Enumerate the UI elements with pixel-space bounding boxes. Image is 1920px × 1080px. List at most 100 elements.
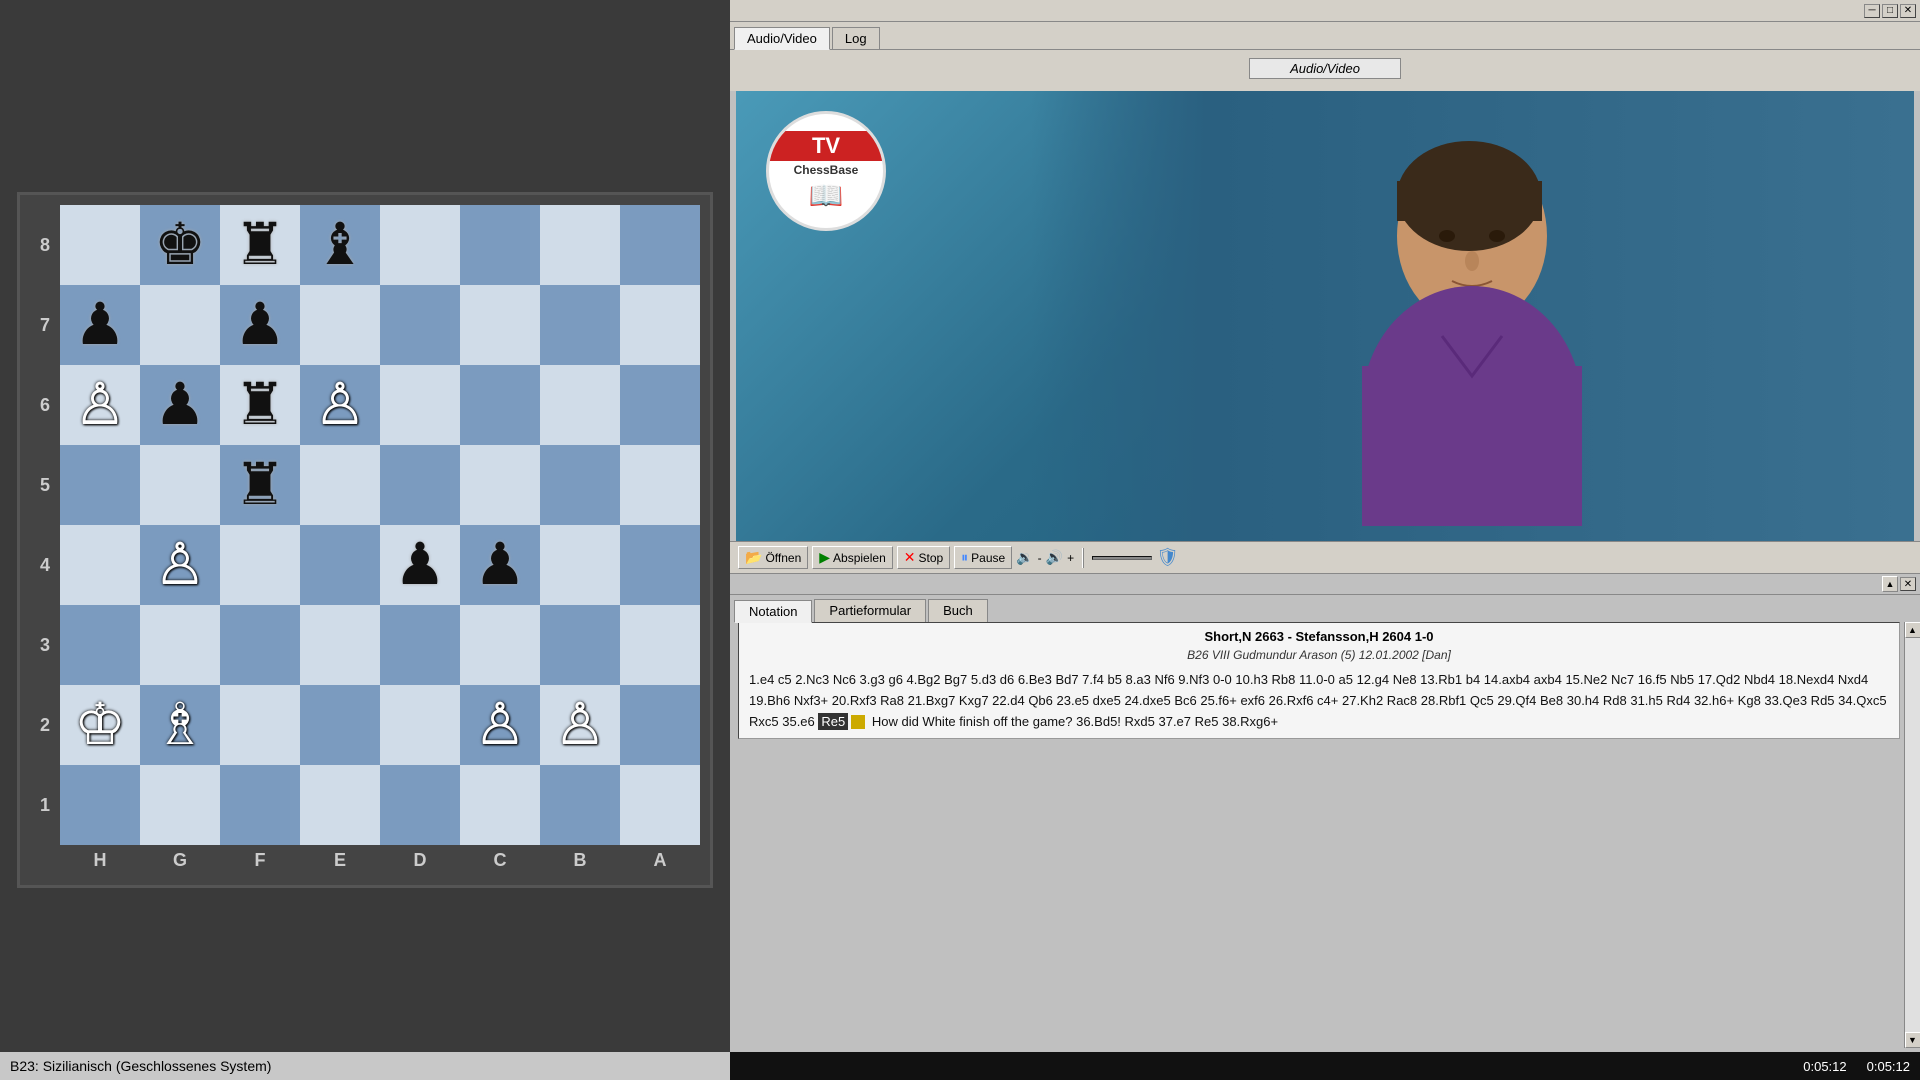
corner-cell <box>30 845 60 875</box>
square-c2[interactable]: ♙ <box>460 685 540 765</box>
square-f1[interactable] <box>220 765 300 845</box>
tab-buch[interactable]: Buch <box>928 599 988 622</box>
square-g7[interactable] <box>140 285 220 365</box>
person-svg <box>1297 106 1647 526</box>
square-f8[interactable]: ♜ <box>220 205 300 285</box>
open-button[interactable]: 📂 Öffnen <box>738 546 808 569</box>
square-e2[interactable] <box>300 685 380 765</box>
square-d8[interactable] <box>380 205 460 285</box>
square-g3[interactable] <box>140 605 220 685</box>
square-h5[interactable] <box>60 445 140 525</box>
square-g6[interactable]: ♟ <box>140 365 220 445</box>
instructor-video <box>1031 91 1915 541</box>
square-h7[interactable]: ♟ <box>60 285 140 365</box>
square-a8[interactable] <box>620 205 700 285</box>
square-a4[interactable] <box>620 525 700 605</box>
tab-log[interactable]: Log <box>832 27 880 49</box>
tab-audiovideo[interactable]: Audio/Video <box>734 27 830 50</box>
square-d3[interactable] <box>380 605 460 685</box>
volume-slider[interactable] <box>1092 556 1152 560</box>
stop-icon: ✕ <box>904 549 916 566</box>
notation-scroll-up[interactable]: ▲ <box>1882 576 1898 592</box>
square-b3[interactable] <box>540 605 620 685</box>
square-h1[interactable] <box>60 765 140 845</box>
square-a3[interactable] <box>620 605 700 685</box>
pause-button[interactable]: ⏸ Pause <box>954 546 1012 569</box>
square-g4[interactable]: ♙ <box>140 525 220 605</box>
separator <box>1082 548 1084 568</box>
stop-button[interactable]: ✕ Stop <box>897 546 950 569</box>
square-a2[interactable] <box>620 685 700 765</box>
square-b5[interactable] <box>540 445 620 525</box>
square-d2[interactable] <box>380 685 460 765</box>
square-a6[interactable] <box>620 365 700 445</box>
piece-c4: ♟ <box>474 536 526 594</box>
square-d4[interactable]: ♟ <box>380 525 460 605</box>
square-h3[interactable] <box>60 605 140 685</box>
tab-partieformular[interactable]: Partieformular <box>814 599 926 622</box>
square-b1[interactable] <box>540 765 620 845</box>
square-g8[interactable]: ♚ <box>140 205 220 285</box>
square-e5[interactable] <box>300 445 380 525</box>
square-g2[interactable]: ♗ <box>140 685 220 765</box>
tab-notation[interactable]: Notation <box>734 600 812 623</box>
square-e4[interactable] <box>300 525 380 605</box>
square-c8[interactable] <box>460 205 540 285</box>
square-f2[interactable] <box>220 685 300 765</box>
square-h6[interactable]: ♙ <box>60 365 140 445</box>
square-b7[interactable] <box>540 285 620 365</box>
notation-scrollbar[interactable]: ▲ ▼ <box>1904 622 1920 1048</box>
maximize-button[interactable]: □ <box>1882 4 1898 18</box>
square-d6[interactable] <box>380 365 460 445</box>
square-f6[interactable]: ♜ <box>220 365 300 445</box>
rank-label-8: 8 <box>30 205 60 285</box>
piece-f5: ♜ <box>234 456 286 514</box>
square-c5[interactable] <box>460 445 540 525</box>
square-d7[interactable] <box>380 285 460 365</box>
play-button[interactable]: ▶ Abspielen <box>812 546 893 569</box>
scroll-up-btn[interactable]: ▲ <box>1905 622 1920 638</box>
scroll-track[interactable] <box>1905 638 1920 1032</box>
notation-close[interactable]: ✕ <box>1900 577 1916 591</box>
vol-minus: - <box>1038 551 1042 565</box>
piece-f7: ♟ <box>234 296 286 354</box>
square-h8[interactable] <box>60 205 140 285</box>
square-e3[interactable] <box>300 605 380 685</box>
square-h2[interactable]: ♔ <box>60 685 140 765</box>
square-b8[interactable] <box>540 205 620 285</box>
close-button[interactable]: ✕ <box>1900 4 1916 18</box>
square-g5[interactable] <box>140 445 220 525</box>
square-c7[interactable] <box>460 285 540 365</box>
square-h4[interactable] <box>60 525 140 605</box>
scroll-down-btn[interactable]: ▼ <box>1905 1032 1920 1048</box>
square-a1[interactable] <box>620 765 700 845</box>
square-e8[interactable]: ♝ <box>300 205 380 285</box>
square-e1[interactable] <box>300 765 380 845</box>
square-g1[interactable] <box>140 765 220 845</box>
square-d5[interactable] <box>380 445 460 525</box>
highlighted-move[interactable]: Re5 <box>818 713 848 730</box>
minimize-button[interactable]: ─ <box>1864 4 1880 18</box>
media-controls: 📂 Öffnen ▶ Abspielen ✕ Stop ⏸ Pause 🔉 - … <box>730 541 1920 574</box>
title-bar: ─ □ ✕ <box>730 0 1920 22</box>
chess-board-panel: 8♚♜♝7♟♟6♙♟♜♙5♜4♙♟♟32♔♗♙♙1HGFEDCBA B23: S… <box>0 0 730 1080</box>
square-e6[interactable]: ♙ <box>300 365 380 445</box>
square-d1[interactable] <box>380 765 460 845</box>
square-f5[interactable]: ♜ <box>220 445 300 525</box>
square-b4[interactable] <box>540 525 620 605</box>
av-title: Audio/Video <box>1249 58 1401 79</box>
square-f3[interactable] <box>220 605 300 685</box>
piece-g6: ♟ <box>154 376 206 434</box>
square-c4[interactable]: ♟ <box>460 525 540 605</box>
square-a7[interactable] <box>620 285 700 365</box>
top-tab-bar: Audio/Video Log <box>730 22 1920 50</box>
square-f4[interactable] <box>220 525 300 605</box>
square-c3[interactable] <box>460 605 540 685</box>
square-a5[interactable] <box>620 445 700 525</box>
square-b6[interactable] <box>540 365 620 445</box>
square-b2[interactable]: ♙ <box>540 685 620 765</box>
square-e7[interactable] <box>300 285 380 365</box>
square-f7[interactable]: ♟ <box>220 285 300 365</box>
square-c1[interactable] <box>460 765 540 845</box>
square-c6[interactable] <box>460 365 540 445</box>
